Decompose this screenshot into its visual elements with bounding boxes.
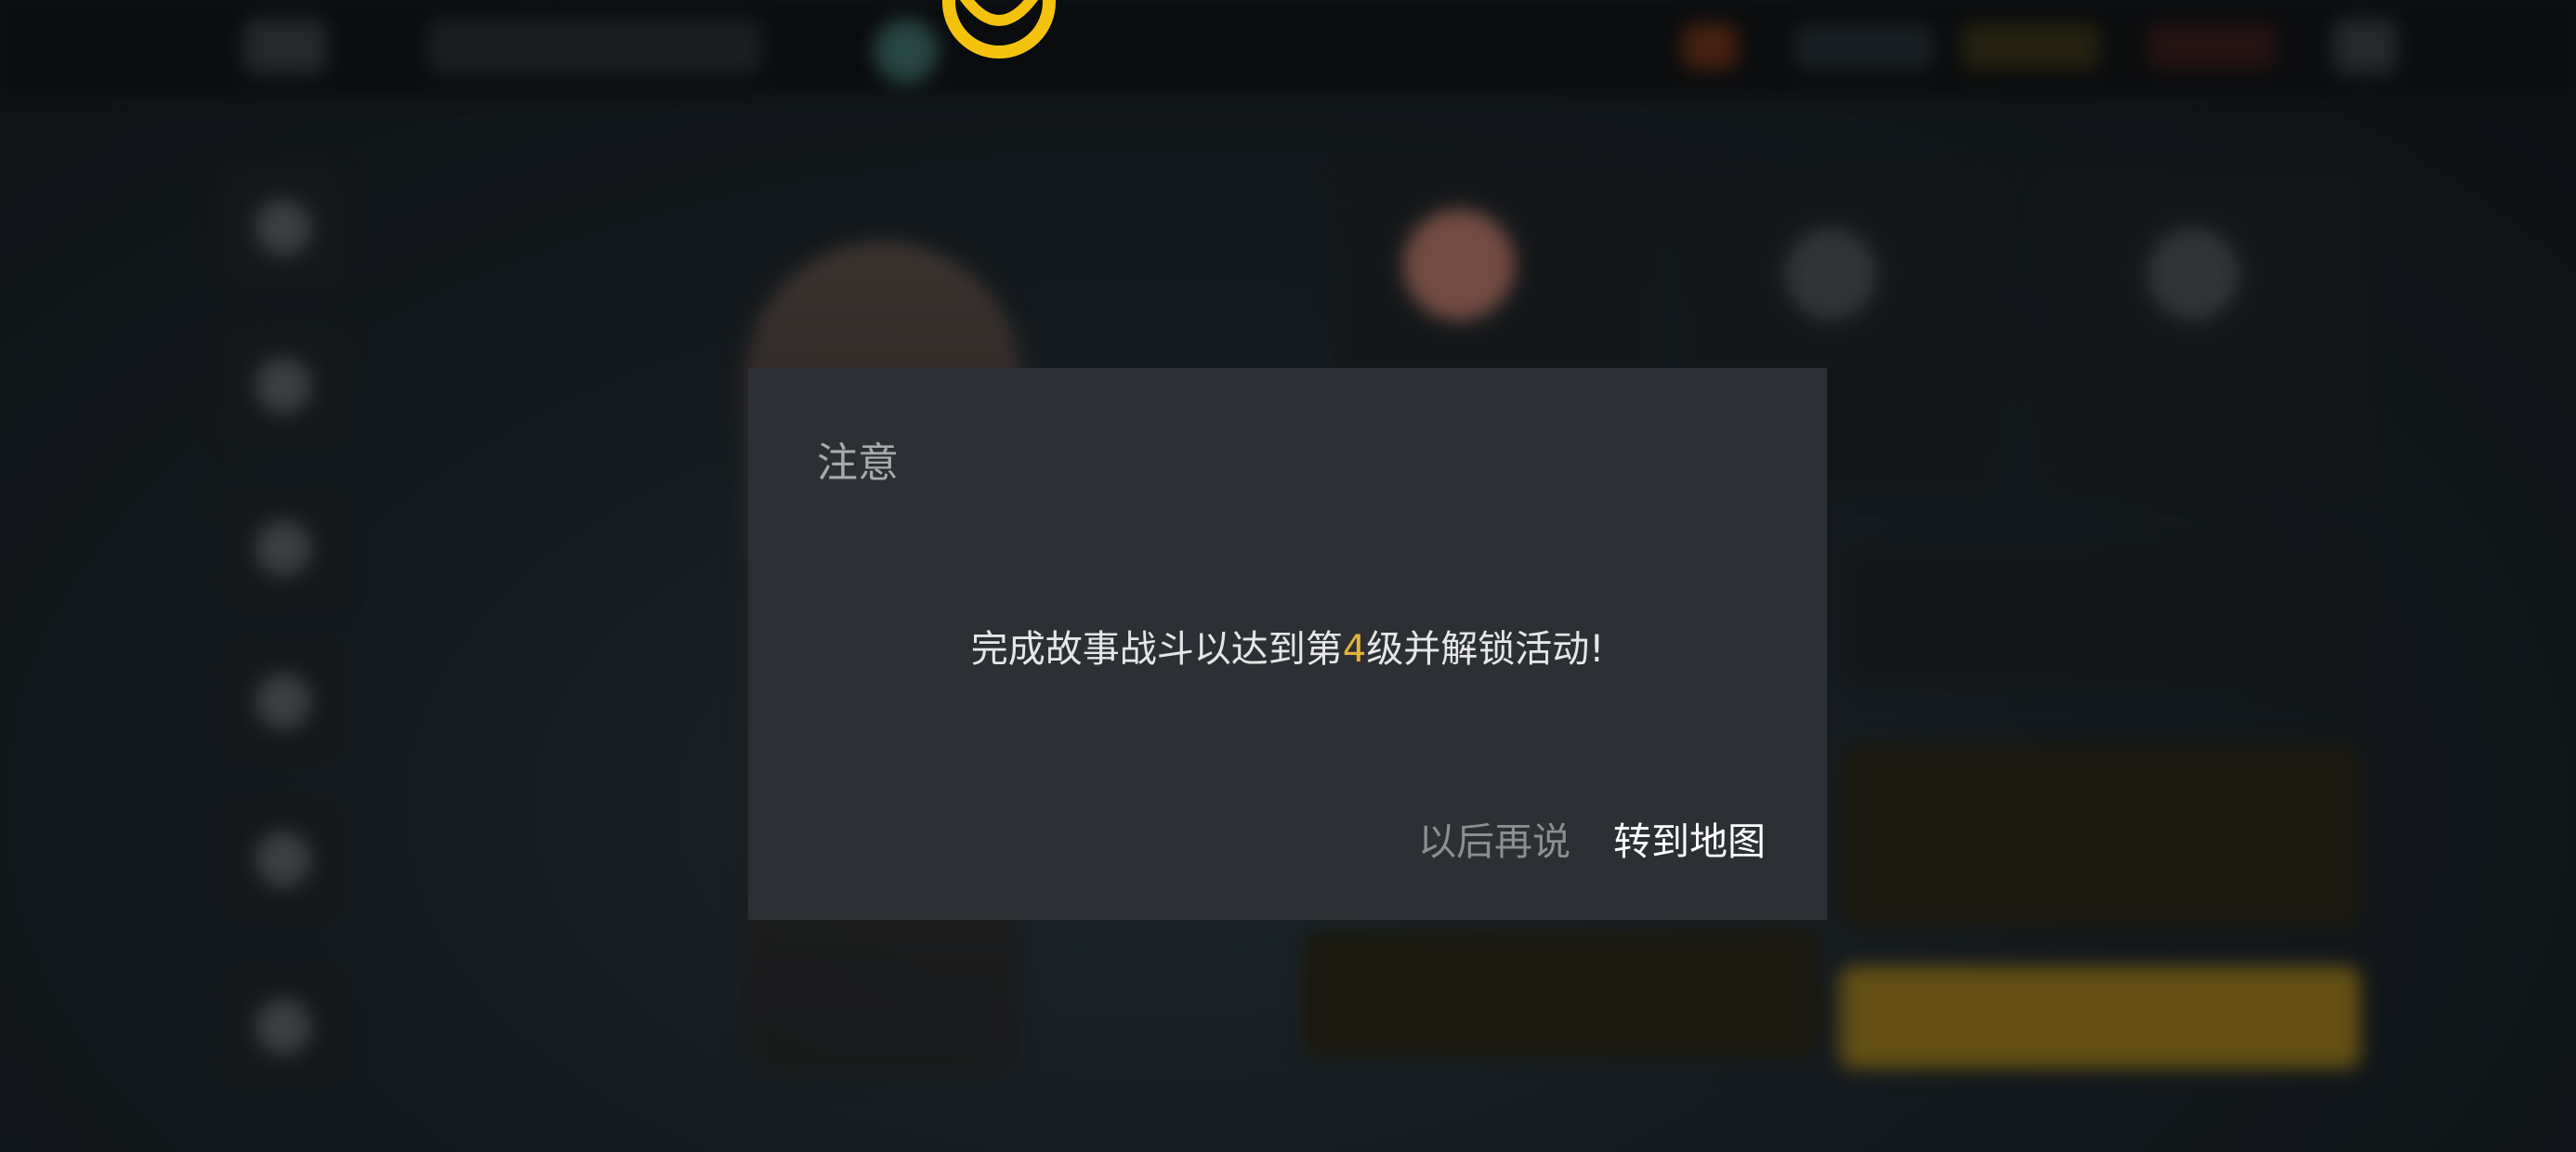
go-to-map-button[interactable]: 转到地图 (1613, 810, 1766, 866)
message-prefix: 完成故事战斗以达到第 (970, 628, 1343, 671)
message-suffix: 级并解锁活动! (1366, 628, 1605, 671)
dialog-message: 完成故事战斗以达到第4级并解锁活动! (748, 619, 1827, 673)
later-button[interactable]: 以后再说 (1418, 810, 1571, 866)
notice-dialog: 注意 完成故事战斗以达到第4级并解锁活动! 以后再说 转到地图 (748, 368, 1827, 920)
game-logo-icon (942, 0, 1056, 59)
dialog-title: 注意 (817, 439, 899, 487)
message-level: 4 (1342, 628, 1367, 671)
